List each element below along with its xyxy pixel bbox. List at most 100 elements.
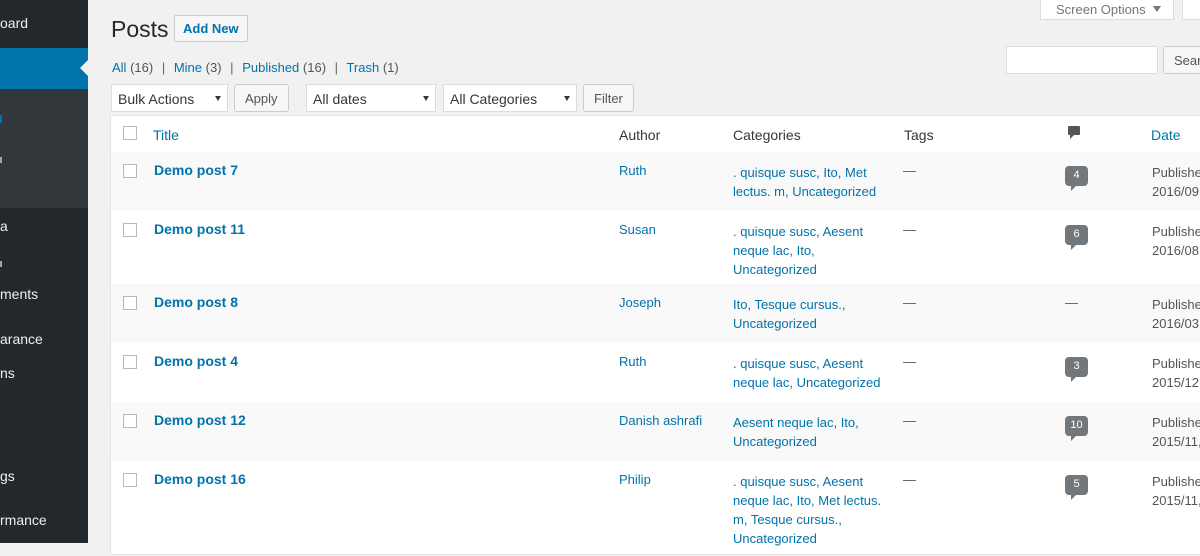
post-author-link[interactable]: Danish ashrafi bbox=[619, 413, 702, 428]
column-categories-header: Categories bbox=[733, 127, 801, 143]
post-date: Publishe 2016/08, bbox=[1152, 222, 1200, 260]
post-date-value: 2015/11, bbox=[1152, 493, 1200, 508]
comment-count-bubble[interactable]: 5 bbox=[1065, 475, 1088, 500]
filter-button[interactable]: Filter bbox=[583, 84, 634, 112]
post-tags: — bbox=[903, 354, 916, 369]
comment-count-bubble[interactable]: 4 bbox=[1065, 166, 1088, 191]
view-published-link[interactable]: Published bbox=[242, 60, 299, 75]
post-date-value: 2016/03, bbox=[1152, 316, 1200, 331]
row-checkbox[interactable] bbox=[123, 296, 137, 310]
post-date-value: 2016/08, bbox=[1152, 243, 1200, 258]
table-row: Demo post 11 Susan . quisque susc, Aesen… bbox=[111, 211, 1200, 284]
post-author-link[interactable]: Ruth bbox=[619, 354, 646, 369]
sidebar-item-dashboard[interactable]: oard bbox=[0, 15, 28, 31]
sidebar-item-pages-marker[interactable] bbox=[0, 261, 2, 267]
post-tags: — bbox=[903, 222, 916, 237]
post-author-link[interactable]: Philip bbox=[619, 472, 651, 487]
dropdown-arrow-icon bbox=[215, 96, 221, 101]
comments-icon[interactable] bbox=[1068, 126, 1080, 139]
search-posts-button[interactable]: Search Posts bbox=[1163, 46, 1200, 74]
table-header: Title Author Categories Tags Date bbox=[111, 116, 1200, 153]
row-checkbox[interactable] bbox=[123, 355, 137, 369]
post-status-views: All (16) | Mine (3) | Published (16) | T… bbox=[112, 60, 399, 75]
post-title-link[interactable]: Demo post 12 bbox=[154, 412, 246, 428]
screen-options-button[interactable]: Screen Options bbox=[1040, 0, 1174, 20]
post-status: Publishe bbox=[1152, 224, 1200, 239]
post-author-link[interactable]: Ruth bbox=[619, 163, 646, 178]
table-row: Demo post 12 Danish ashrafi Aesent neque… bbox=[111, 402, 1200, 461]
post-categories[interactable]: Aesent neque lac, Ito, Uncategorized bbox=[733, 413, 888, 451]
view-trash-count: (1) bbox=[382, 60, 399, 75]
separator: | bbox=[230, 60, 234, 75]
bulk-actions-value: Bulk Actions bbox=[118, 91, 195, 107]
row-checkbox[interactable] bbox=[123, 223, 137, 237]
no-comments-indicator: — bbox=[1065, 295, 1078, 310]
submenu-marker bbox=[0, 115, 2, 123]
help-tab-button[interactable] bbox=[1182, 0, 1200, 20]
submenu-marker bbox=[0, 157, 2, 163]
post-title-link[interactable]: Demo post 11 bbox=[154, 221, 245, 237]
table-row: Demo post 7 Ruth . quisque susc, Ito, Me… bbox=[111, 152, 1200, 211]
view-trash-link[interactable]: Trash bbox=[346, 60, 379, 75]
screen-options-label: Screen Options bbox=[1056, 2, 1146, 17]
post-author-link[interactable]: Susan bbox=[619, 222, 656, 237]
row-checkbox[interactable] bbox=[123, 473, 137, 487]
column-date-header[interactable]: Date bbox=[1151, 127, 1181, 143]
post-categories[interactable]: Ito, Tesque cursus., Uncategorized bbox=[733, 295, 888, 333]
posts-table: Title Author Categories Tags Date Demo p… bbox=[110, 115, 1200, 555]
search-input[interactable] bbox=[1006, 46, 1158, 74]
post-tags: — bbox=[903, 472, 916, 487]
date-filter-select[interactable]: All dates bbox=[306, 84, 436, 112]
bulk-actions-select[interactable]: Bulk Actions bbox=[111, 84, 228, 112]
post-title-link[interactable]: Demo post 4 bbox=[154, 353, 238, 369]
admin-sidebar: oard a ments arance ns gs rmance bbox=[0, 0, 88, 543]
post-categories[interactable]: . quisque susc, Aesent neque lac, Uncate… bbox=[733, 354, 888, 392]
sidebar-item-posts-active[interactable] bbox=[0, 48, 88, 89]
post-date-value: 2016/09, bbox=[1152, 184, 1200, 199]
post-author-link[interactable]: Joseph bbox=[619, 295, 661, 310]
post-tags: — bbox=[903, 295, 916, 310]
sidebar-item-comments[interactable]: ments bbox=[0, 286, 38, 302]
sidebar-submenu bbox=[0, 89, 88, 208]
view-mine-count: (3) bbox=[205, 60, 222, 75]
post-tags: — bbox=[903, 163, 916, 178]
post-status: Publishe bbox=[1152, 415, 1200, 430]
row-checkbox[interactable] bbox=[123, 164, 137, 178]
table-row: Demo post 4 Ruth . quisque susc, Aesent … bbox=[111, 343, 1200, 402]
post-categories[interactable]: . quisque susc, Aesent neque lac, Ito, M… bbox=[733, 472, 888, 548]
comment-count-bubble[interactable]: 3 bbox=[1065, 357, 1088, 382]
comment-count-bubble[interactable]: 6 bbox=[1065, 225, 1088, 250]
view-all-link[interactable]: All bbox=[112, 60, 126, 75]
post-status: Publishe bbox=[1152, 356, 1200, 371]
post-title-link[interactable]: Demo post 16 bbox=[154, 471, 246, 487]
post-title-link[interactable]: Demo post 8 bbox=[154, 294, 238, 310]
table-row: Demo post 8 Joseph Ito, Tesque cursus., … bbox=[111, 284, 1200, 343]
sidebar-item-media[interactable]: a bbox=[0, 218, 8, 234]
sidebar-item-settings[interactable]: gs bbox=[0, 468, 15, 484]
sidebar-item-performance[interactable]: rmance bbox=[0, 512, 47, 528]
post-date: Publishe 2015/12, bbox=[1152, 354, 1200, 392]
active-menu-arrow bbox=[80, 60, 88, 76]
select-all-checkbox[interactable] bbox=[123, 126, 137, 140]
view-mine-link[interactable]: Mine bbox=[174, 60, 202, 75]
category-filter-select[interactable]: All Categories bbox=[443, 84, 577, 112]
post-categories[interactable]: . quisque susc, Aesent neque lac, Ito, U… bbox=[733, 222, 888, 279]
separator: | bbox=[161, 60, 166, 75]
post-status: Publishe bbox=[1152, 165, 1200, 180]
caret-down-icon bbox=[1153, 6, 1161, 12]
column-title-header[interactable]: Title bbox=[153, 127, 179, 143]
post-categories[interactable]: . quisque susc, Ito, Met lectus. m, Unca… bbox=[733, 163, 888, 201]
post-date: Publishe 2016/09, bbox=[1152, 163, 1200, 201]
apply-button[interactable]: Apply bbox=[234, 84, 289, 112]
column-tags-header: Tags bbox=[904, 127, 934, 143]
sidebar-item-appearance[interactable]: arance bbox=[0, 331, 43, 347]
table-row: Demo post 16 Philip . quisque susc, Aese… bbox=[111, 461, 1200, 556]
page-title: Posts bbox=[111, 16, 169, 42]
add-new-button[interactable]: Add New bbox=[174, 15, 248, 42]
post-date: Publishe 2015/11, bbox=[1152, 472, 1200, 510]
comment-count-bubble[interactable]: 10 bbox=[1065, 416, 1088, 441]
post-status: Publishe bbox=[1152, 297, 1200, 312]
sidebar-item-plugins[interactable]: ns bbox=[0, 365, 15, 381]
row-checkbox[interactable] bbox=[123, 414, 137, 428]
post-title-link[interactable]: Demo post 7 bbox=[154, 162, 238, 178]
